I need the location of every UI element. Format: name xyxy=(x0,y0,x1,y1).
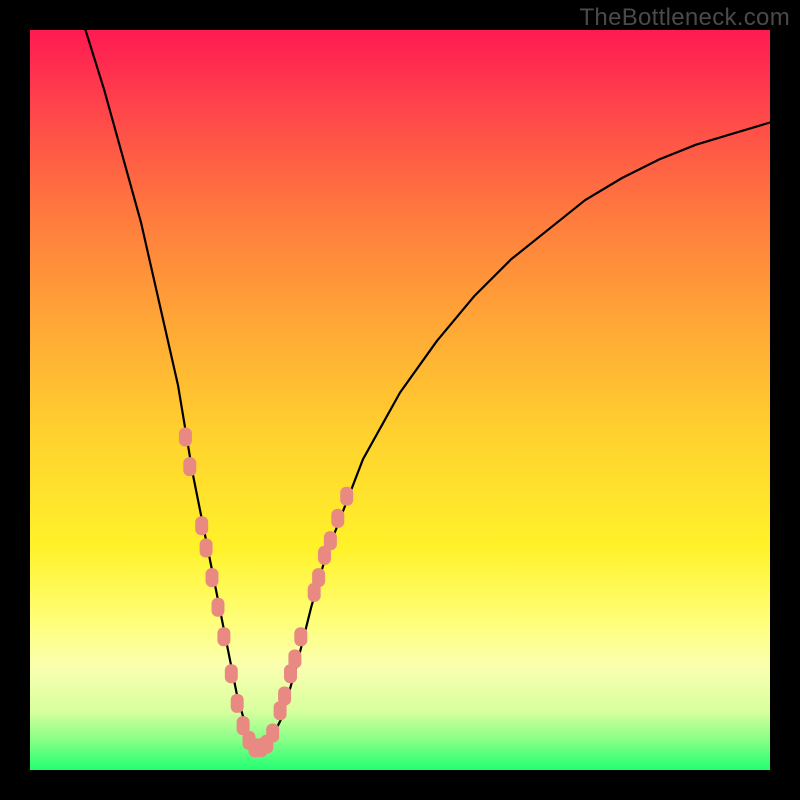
marker-point xyxy=(179,428,192,447)
marker-point xyxy=(278,687,291,706)
marker-point xyxy=(324,531,337,550)
watermark-text: TheBottleneck.com xyxy=(579,4,790,32)
curve-path xyxy=(67,0,770,748)
marker-point xyxy=(225,664,238,683)
chart-overlay xyxy=(0,0,800,800)
marker-point xyxy=(195,516,208,535)
marker-point xyxy=(331,509,344,528)
marker-point xyxy=(217,627,230,646)
marker-point xyxy=(183,457,196,476)
marker-point xyxy=(288,650,301,669)
marker-point xyxy=(212,598,225,617)
marker-cluster xyxy=(179,428,353,758)
marker-point xyxy=(312,568,325,587)
bottleneck-curve xyxy=(67,0,770,748)
marker-point xyxy=(266,724,279,743)
marker-point xyxy=(231,694,244,713)
marker-point xyxy=(206,568,219,587)
marker-point xyxy=(340,487,353,506)
marker-point xyxy=(200,539,213,558)
marker-point xyxy=(294,627,307,646)
